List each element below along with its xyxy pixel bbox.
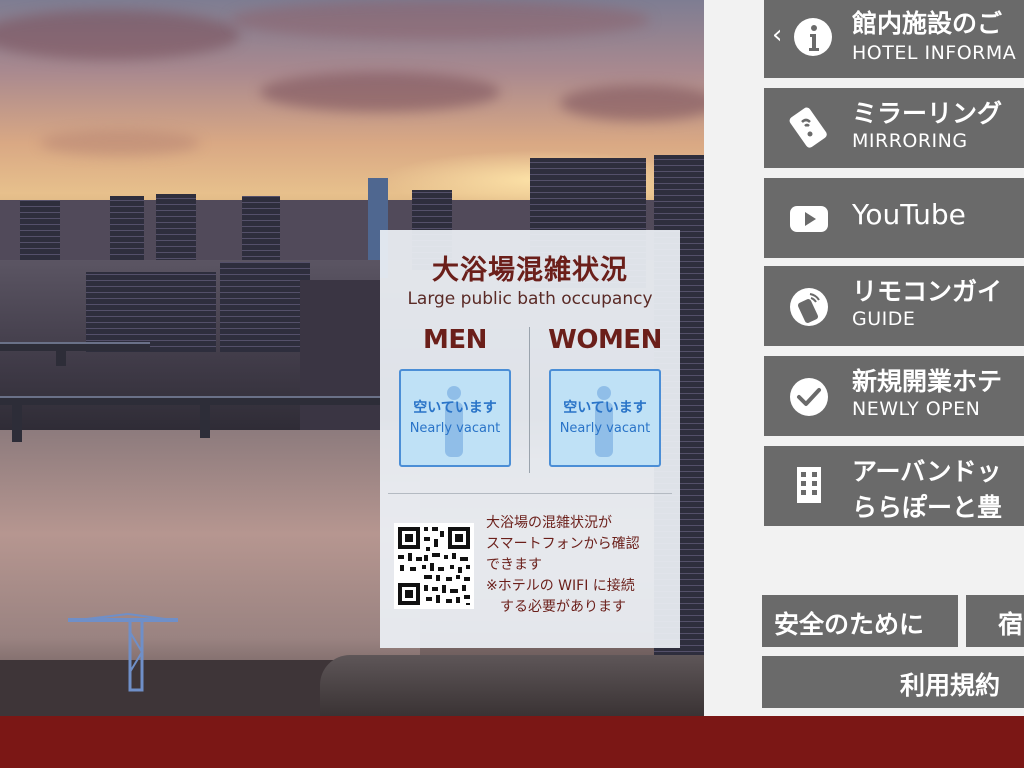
- qr-note-line: する必要があります: [500, 599, 626, 615]
- qr-note-line: 大浴場の混雑状況が: [486, 515, 612, 531]
- occupancy-title-en: Large public bath occupancy: [407, 289, 653, 309]
- qr-note-line: できます: [486, 557, 542, 573]
- mirroring-button[interactable]: ミラーリング MIRRORING: [764, 88, 1024, 168]
- chevron-left-icon[interactable]: ‹: [772, 20, 782, 50]
- panel-divider: [388, 493, 672, 494]
- newly-open-en: NEWLY OPEN: [852, 398, 981, 420]
- remote-icon: [790, 288, 828, 326]
- stay-button[interactable]: 宿: [966, 595, 1024, 647]
- info-icon: [794, 18, 832, 56]
- check-icon: [790, 378, 828, 416]
- building-icon: [797, 467, 821, 503]
- qr-note-line: ※ホテルの WIFI に接続: [486, 578, 635, 594]
- phone-cast-icon: [789, 107, 827, 148]
- newly-open-button[interactable]: 新規開業ホテ NEWLY OPEN: [764, 356, 1024, 436]
- women-status-en: Nearly vacant: [559, 421, 651, 436]
- women-label: WOMEN: [548, 325, 662, 355]
- women-status-box: 空いています Nearly vacant: [549, 369, 661, 467]
- bath-occupancy-panel: 大浴場混雑状況 Large public bath occupancy MEN …: [380, 230, 680, 648]
- safety-button[interactable]: 安全のために: [762, 595, 958, 647]
- women-status-jp: 空いています: [563, 400, 647, 416]
- column-divider: [529, 327, 530, 473]
- bottom-bar: [0, 716, 1024, 768]
- remote-guide-en: GUIDE: [852, 308, 916, 330]
- occupancy-title-jp: 大浴場混雑状況: [432, 255, 628, 286]
- remote-guide-jp: リモコンガイ: [852, 277, 1003, 306]
- qr-code-icon: [394, 523, 474, 609]
- stay-label: 宿: [998, 610, 1024, 639]
- urban-dock-line1: アーバンドッ: [852, 457, 1002, 486]
- terms-button[interactable]: 利用規約: [762, 656, 1024, 708]
- urban-dock-line2: ららぽーと豊: [852, 493, 1003, 522]
- qr-note: 大浴場の混雑状況が スマートフォンから確認 できます ※ホテルの WIFI に接…: [486, 513, 674, 618]
- urban-dock-button[interactable]: アーバンドッ ららぽーと豊: [764, 446, 1024, 526]
- qr-note-line: スマートフォンから確認: [486, 536, 640, 552]
- youtube-icon: [790, 206, 828, 232]
- terms-label: 利用規約: [900, 671, 1001, 700]
- women-occupancy: WOMEN 空いています Nearly vacant: [540, 317, 670, 467]
- men-occupancy: MEN 空いています Nearly vacant: [390, 317, 520, 467]
- mirroring-en: MIRRORING: [852, 130, 968, 152]
- remote-guide-button[interactable]: リモコンガイ GUIDE: [764, 266, 1024, 346]
- men-status-jp: 空いています: [413, 400, 497, 416]
- men-label: MEN: [423, 325, 487, 355]
- crane-silhouette: [68, 613, 178, 692]
- hotel-information-button[interactable]: ‹ 館内施設のご HOTEL INFORMA: [764, 0, 1024, 78]
- hotel-information-en: HOTEL INFORMA: [852, 42, 1017, 64]
- mirroring-jp: ミラーリング: [852, 99, 1003, 128]
- men-status-en: Nearly vacant: [409, 421, 501, 436]
- youtube-button[interactable]: YouTube: [764, 178, 1024, 258]
- safety-label: 安全のために: [774, 610, 925, 639]
- newly-open-jp: 新規開業ホテ: [852, 367, 1003, 396]
- side-menu: ‹ 館内施設のご HOTEL INFORMA ミラーリング MIRRORING …: [704, 0, 1024, 716]
- men-status-box: 空いています Nearly vacant: [399, 369, 511, 467]
- youtube-label: YouTube: [852, 198, 966, 231]
- hotel-information-jp: 館内施設のご: [852, 9, 1003, 38]
